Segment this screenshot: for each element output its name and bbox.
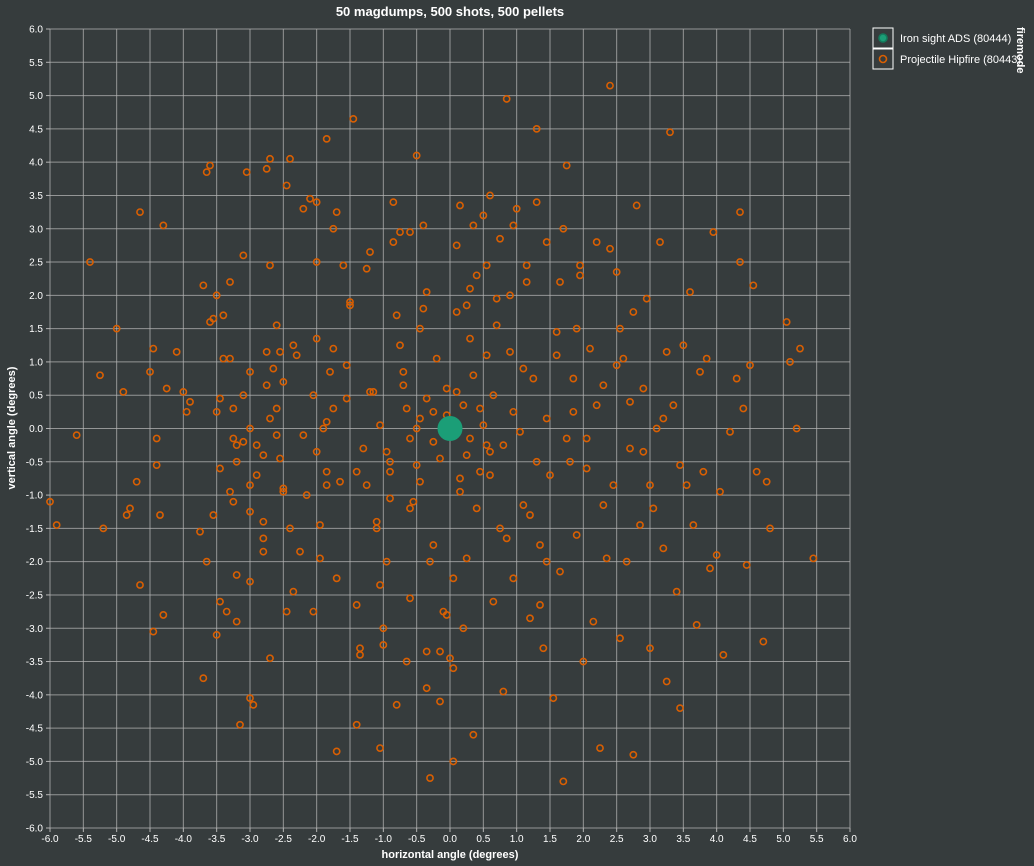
x-tick-label: -3.5 bbox=[208, 834, 226, 845]
legend: Iron sight ADS (80444) Projectile Hipfir… bbox=[872, 27, 1026, 73]
y-tick-label: 4.0 bbox=[29, 158, 43, 169]
x-axis-label: horizontal angle (degrees) bbox=[382, 849, 519, 861]
legend-swatch-hipfire-box bbox=[872, 48, 894, 70]
x-tick-label: -6.0 bbox=[41, 834, 59, 845]
scatter-chart: -6.0 -5.5 -5.0 -4.5 -4.0 -3.5 -3.0 -2.5 -2.0 -1.5… bbox=[6, 4, 1026, 861]
y-tick-label: -4.0 bbox=[26, 690, 44, 701]
x-tick-label: 5.0 bbox=[776, 834, 790, 845]
legend-swatch-hipfire bbox=[878, 54, 888, 64]
y-tick-label: 5.0 bbox=[29, 91, 43, 102]
y-tick-label: 2.5 bbox=[29, 258, 43, 269]
x-tick-label: -2.0 bbox=[308, 834, 326, 845]
y-tick-label: 1.5 bbox=[29, 324, 43, 335]
x-tick-label: 1.0 bbox=[510, 834, 524, 845]
x-tick-label: 6.0 bbox=[843, 834, 857, 845]
legend-item-ads[interactable]: Iron sight ADS (80444) bbox=[872, 27, 1011, 49]
y-tick-label: 1.0 bbox=[29, 357, 43, 368]
x-tick-label: 3.0 bbox=[643, 834, 657, 845]
x-tick-label: -4.5 bbox=[141, 834, 159, 845]
x-tick-label: -4.0 bbox=[175, 834, 193, 845]
legend-swatch-ads bbox=[878, 33, 888, 43]
series-iron-sight-ads bbox=[437, 416, 463, 441]
x-tick-label: 0.0 bbox=[443, 834, 457, 845]
y-tick-label: -4.5 bbox=[26, 724, 44, 735]
legend-title: firemode bbox=[1014, 27, 1026, 73]
x-tick-label: -1.5 bbox=[341, 834, 359, 845]
x-tick-label: -3.0 bbox=[241, 834, 259, 845]
y-tick-label: -1.0 bbox=[26, 491, 44, 502]
x-tick-label: 5.5 bbox=[810, 834, 824, 845]
y-tick-label: 3.0 bbox=[29, 224, 43, 235]
chart-title: 50 magdumps, 500 shots, 500 pellets bbox=[336, 4, 564, 19]
x-tick-label: 1.5 bbox=[543, 834, 557, 845]
y-tick-label: -5.0 bbox=[26, 757, 44, 768]
x-axis-ticks: -6.0 -5.5 -5.0 -4.5 -4.0 -3.5 -3.0 -2.5 -2.0 -1.5… bbox=[41, 828, 857, 845]
legend-label-hipfire: Projectile Hipfire (80443) bbox=[900, 54, 1021, 66]
y-axis-label: vertical angle (degrees) bbox=[6, 366, 18, 489]
x-tick-label: 2.0 bbox=[576, 834, 590, 845]
y-tick-label: -3.0 bbox=[26, 624, 44, 635]
y-tick-label: -6.0 bbox=[26, 824, 44, 835]
y-tick-label: -3.5 bbox=[26, 657, 44, 668]
y-tick-label: 3.5 bbox=[29, 191, 43, 202]
y-tick-label: -1.5 bbox=[26, 524, 44, 535]
x-tick-label: 4.5 bbox=[743, 834, 757, 845]
legend-label-ads: Iron sight ADS (80444) bbox=[900, 33, 1011, 45]
x-tick-label: -5.5 bbox=[75, 834, 93, 845]
legend-item-hipfire[interactable]: Projectile Hipfire (80443) bbox=[872, 48, 1021, 70]
x-tick-label: 3.5 bbox=[676, 834, 690, 845]
x-tick-label: 4.0 bbox=[710, 834, 724, 845]
x-tick-label: -2.5 bbox=[275, 834, 293, 845]
y-tick-label: 2.0 bbox=[29, 291, 43, 302]
y-tick-label: 6.0 bbox=[29, 25, 43, 36]
x-tick-label: -0.5 bbox=[408, 834, 426, 845]
x-tick-label: -1.0 bbox=[375, 834, 393, 845]
y-tick-label: 0.0 bbox=[29, 424, 43, 435]
x-tick-label: 0.5 bbox=[476, 834, 490, 845]
y-tick-label: 5.5 bbox=[29, 58, 43, 69]
y-tick-label: -5.5 bbox=[26, 790, 44, 801]
y-axis-ticks: -6.0 -5.5 -5.0 -4.5 -4.0 -3.5 -3.0 -2.5 -2.0 -1.5… bbox=[26, 25, 50, 835]
y-tick-label: -2.5 bbox=[26, 590, 44, 601]
y-tick-label: 0.5 bbox=[29, 391, 43, 402]
x-tick-label: 2.5 bbox=[610, 834, 624, 845]
y-tick-label: 4.5 bbox=[29, 124, 43, 135]
y-tick-label: -0.5 bbox=[26, 457, 44, 468]
ads-point bbox=[437, 416, 463, 441]
x-tick-label: -5.0 bbox=[108, 834, 126, 845]
y-tick-label: -2.0 bbox=[26, 557, 44, 568]
